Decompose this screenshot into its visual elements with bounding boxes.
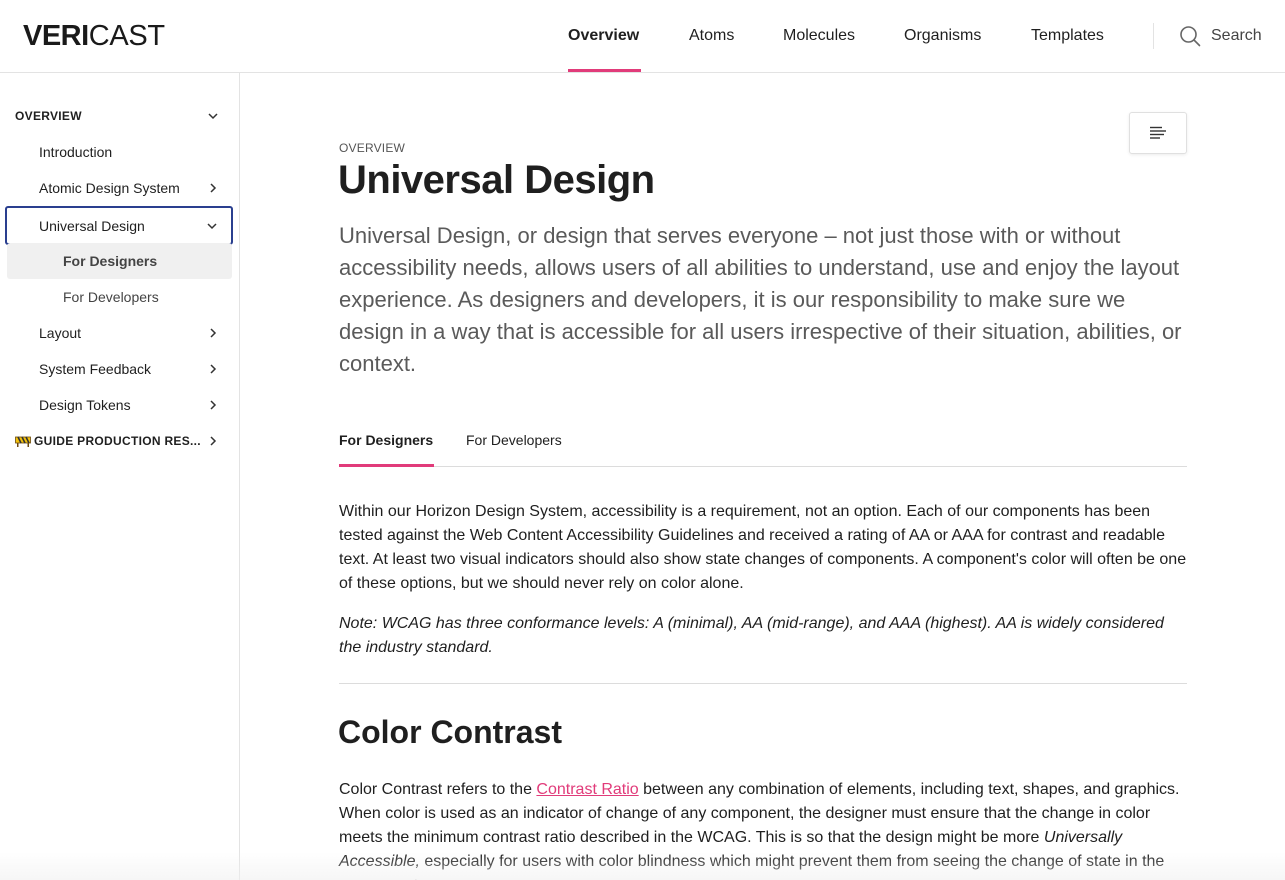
construction-sign-icon — [15, 436, 31, 447]
nav-active-indicator — [568, 69, 641, 72]
sidebar-item-label: System Feedback — [39, 361, 152, 377]
chevron-right-icon — [210, 400, 217, 410]
search-icon — [1180, 26, 1201, 47]
intro-paragraph: Within our Horizon Design System, access… — [339, 503, 1187, 592]
sidebar-item-label: Atomic Design System — [39, 180, 180, 196]
sidebar-item-design-tokens[interactable]: Design Tokens — [7, 387, 232, 423]
sidebar-section-label: GUIDE PRODUCTION RES... — [34, 434, 201, 448]
tab-for-developers[interactable]: For Developers — [466, 431, 562, 449]
section-divider — [339, 683, 1187, 684]
main-content: OVERVIEW Universal Design Universal Desi… — [241, 73, 1285, 880]
sidebar-item-atomic-design-system[interactable]: Atomic Design System — [7, 170, 232, 206]
sidebar-item-label: Design Tokens — [39, 397, 131, 413]
top-header: VERICAST Overview Atoms Molecules Organi… — [0, 0, 1285, 73]
text-align-left-icon — [1150, 126, 1166, 139]
search-button[interactable]: Search — [1179, 24, 1262, 48]
sidebar-item-label: Introduction — [39, 144, 113, 160]
nav-molecules[interactable]: Molecules — [783, 26, 855, 46]
sidebar-item-label: For Designers — [63, 253, 158, 269]
chevron-right-icon — [210, 328, 217, 338]
search-label: Search — [1211, 27, 1262, 44]
nav-atoms[interactable]: Atoms — [689, 26, 734, 46]
sidebar-item-layout[interactable]: Layout — [7, 315, 232, 351]
breadcrumb: OVERVIEW — [339, 141, 406, 155]
sidebar-item-label: For Developers — [63, 289, 159, 305]
table-of-contents-button[interactable] — [1129, 112, 1187, 154]
content-tabs: For Designers For Developers — [339, 423, 1187, 467]
paragraph-text: Color Contrast refers to the — [339, 781, 537, 798]
chevron-right-icon — [210, 364, 217, 374]
paragraph-text: especially for users with color blindnes… — [339, 853, 1165, 880]
sidebar-item-system-feedback[interactable]: System Feedback — [7, 351, 232, 387]
nav-organisms[interactable]: Organisms — [904, 26, 981, 46]
sidebar-item-for-developers[interactable]: For Developers — [7, 279, 232, 315]
section-heading: Color Contrast — [338, 714, 562, 750]
contrast-ratio-link[interactable]: Contrast Ratio — [536, 781, 638, 798]
page-title: Universal Design — [338, 158, 655, 202]
nav-templates[interactable]: Templates — [1031, 26, 1104, 46]
chevron-right-icon — [210, 183, 217, 193]
chevron-down-icon — [208, 113, 218, 120]
chevron-right-icon — [210, 436, 217, 446]
page-lead: Universal Design, or design that serves … — [339, 223, 1182, 376]
chevron-down-icon — [207, 223, 217, 230]
sidebar-section-guide-production[interactable]: GUIDE PRODUCTION RES... — [7, 423, 232, 459]
sidebar-item-universal-design[interactable]: Universal Design — [5, 206, 233, 245]
sidebar-section-overview[interactable]: OVERVIEW — [7, 98, 232, 134]
tab-active-indicator — [339, 464, 434, 467]
sidebar-item-label: Layout — [39, 325, 82, 341]
main-nav: Overview Atoms Molecules Organisms Templ… — [0, 0, 1285, 72]
sidebar-item-introduction[interactable]: Introduction — [7, 134, 232, 170]
sidebar: OVERVIEW Introduction Atomic Design Syst… — [0, 73, 240, 880]
wcag-note: Note: WCAG has three conformance levels:… — [339, 615, 1164, 656]
nav-overview[interactable]: Overview — [568, 26, 639, 46]
color-contrast-paragraph: Color Contrast refers to the Contrast Ra… — [339, 778, 1189, 880]
tab-for-designers[interactable]: For Designers — [339, 431, 433, 449]
sidebar-section-label: OVERVIEW — [15, 109, 82, 123]
sidebar-item-for-designers[interactable]: For Designers — [7, 243, 232, 279]
nav-separator — [1153, 23, 1154, 49]
sidebar-item-label: Universal Design — [39, 217, 145, 234]
